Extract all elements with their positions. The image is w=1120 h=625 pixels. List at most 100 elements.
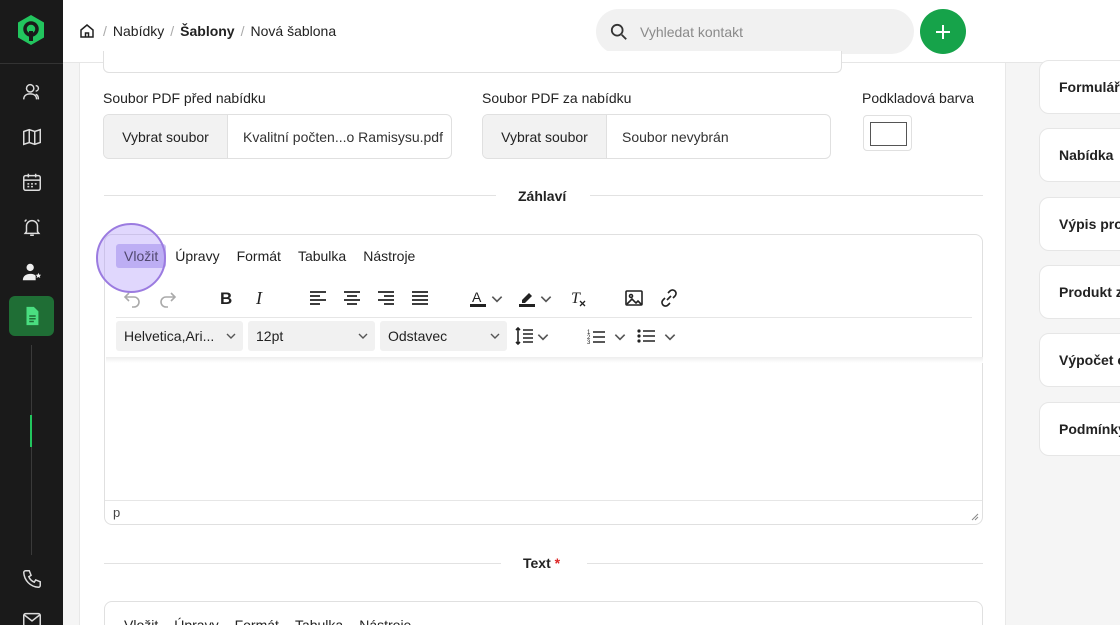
- font-family-select[interactable]: Helvetica,Ari...: [116, 321, 243, 351]
- menu-format[interactable]: Formát: [229, 244, 289, 268]
- italic-icon[interactable]: I: [249, 287, 271, 309]
- menu-table[interactable]: Tabulka: [290, 244, 354, 268]
- header-editor-content-area[interactable]: [106, 363, 983, 499]
- align-justify-icon[interactable]: [409, 287, 431, 309]
- sidebar-track-indicator: [30, 415, 32, 447]
- bg-color-picker[interactable]: [863, 115, 912, 151]
- sidebar-item-calendar[interactable]: [9, 162, 54, 202]
- mail-icon: [22, 612, 41, 625]
- sidebar-item-mail[interactable]: [9, 600, 54, 625]
- bullet-list-icon[interactable]: [635, 325, 657, 347]
- section-nav-terms[interactable]: Podmínky: [1039, 402, 1120, 456]
- pdf-after-label: Soubor PDF za nabídku: [482, 90, 632, 106]
- bell-icon: [23, 219, 40, 236]
- align-left-icon[interactable]: [307, 287, 329, 309]
- breadcrumb-item-current: Nová šablona: [250, 23, 337, 39]
- header-section-title: Záhlaví: [518, 188, 567, 204]
- chevron-down-icon[interactable]: [536, 326, 550, 348]
- pdf-after-choose-button[interactable]: Vybrat soubor: [483, 115, 607, 158]
- menu-edit[interactable]: Úpravy: [166, 617, 226, 625]
- sidebar-item-phone[interactable]: [9, 559, 54, 599]
- map-icon: [22, 128, 41, 146]
- image-icon[interactable]: [623, 287, 645, 309]
- chevron-down-icon[interactable]: [613, 326, 627, 348]
- section-nav-forms[interactable]: Formuláře: [1039, 60, 1120, 114]
- sidebar-item-contacts[interactable]: [9, 72, 54, 112]
- chevron-down-icon: [490, 333, 500, 339]
- section-nav-product[interactable]: Produkt z: [1039, 265, 1120, 319]
- section-nav-offer[interactable]: Nabídka: [1039, 128, 1120, 182]
- sidebar-item-map[interactable]: [9, 117, 54, 157]
- highlight-color-icon[interactable]: [516, 287, 538, 309]
- add-button[interactable]: [920, 9, 966, 54]
- calendar-icon: [22, 173, 41, 191]
- sidebar-item-notifications[interactable]: [9, 207, 54, 247]
- resize-handle-icon[interactable]: [969, 511, 979, 521]
- header-rich-text-editor: Vložit Úpravy Formát Tabulka Nástroje B …: [104, 234, 983, 525]
- sidebar-item-documents[interactable]: [9, 296, 54, 336]
- breadcrumb-item-templates[interactable]: Šablony: [180, 23, 234, 39]
- menu-tools[interactable]: Nástroje: [351, 617, 419, 625]
- home-icon[interactable]: [79, 23, 95, 39]
- pdf-before-label: Soubor PDF před nabídku: [103, 90, 266, 106]
- phone-icon: [22, 570, 41, 588]
- pdf-after-file-input[interactable]: Vybrat soubor Soubor nevybrán: [482, 114, 831, 159]
- search-input[interactable]: [640, 21, 900, 43]
- font-family-value: Helvetica,Ari...: [124, 328, 215, 344]
- pdf-before-choose-button[interactable]: Vybrat soubor: [104, 115, 228, 158]
- contacts-icon: [22, 83, 39, 100]
- svg-text:T: T: [571, 290, 581, 307]
- menu-edit[interactable]: Úpravy: [167, 244, 227, 268]
- redo-icon[interactable]: [157, 287, 179, 309]
- bg-color-swatch: [870, 122, 907, 146]
- text-color-icon[interactable]: A: [467, 287, 489, 309]
- document-icon: [26, 306, 38, 326]
- sidebar-divider: [0, 63, 63, 64]
- divider: [104, 195, 496, 196]
- font-size-value: 12pt: [256, 328, 284, 344]
- plus-icon: [936, 24, 950, 39]
- sidebar-item-users[interactable]: [9, 252, 54, 292]
- svg-text:A: A: [472, 289, 482, 305]
- svg-text:I: I: [255, 288, 263, 308]
- link-icon[interactable]: [658, 287, 680, 309]
- pdf-after-filename: Soubor nevybrán: [622, 128, 729, 145]
- align-right-icon[interactable]: [375, 287, 397, 309]
- menu-format[interactable]: Formát: [227, 617, 287, 625]
- users-icon: [22, 263, 41, 281]
- align-center-icon[interactable]: [341, 287, 363, 309]
- breadcrumb: / Nabídky / Šablony / Nová šablona: [103, 23, 337, 39]
- line-height-icon[interactable]: [513, 325, 535, 347]
- chevron-down-icon[interactable]: [490, 288, 504, 310]
- pdf-before-filename: Kvalitní počten...o Ramisysu.pdf: [243, 128, 443, 145]
- breadcrumb-item-offers[interactable]: Nabídky: [113, 23, 164, 39]
- chevron-down-icon: [226, 333, 236, 339]
- editor-menubar: Vložit Úpravy Formát Tabulka Nástroje: [116, 617, 419, 625]
- divider: [104, 563, 501, 564]
- element-path[interactable]: p: [113, 505, 120, 520]
- template-form-panel: Soubor PDF před nabídku Vybrat soubor Kv…: [79, 51, 1006, 625]
- svg-text:3: 3: [587, 340, 591, 346]
- pdf-before-file-input[interactable]: Vybrat soubor Kvalitní počten...o Ramisy…: [103, 114, 452, 159]
- divider: [587, 563, 983, 564]
- search-icon: [610, 23, 627, 40]
- chevron-down-icon[interactable]: [663, 326, 677, 348]
- block-format-select[interactable]: Odstavec: [380, 321, 507, 351]
- search-box[interactable]: [596, 9, 914, 54]
- sidebar-track: [31, 345, 32, 555]
- bold-icon[interactable]: B: [215, 287, 237, 309]
- menu-tools[interactable]: Nástroje: [355, 244, 423, 268]
- section-nav-listing[interactable]: Výpis pro: [1039, 197, 1120, 251]
- app-logo-icon[interactable]: [16, 14, 46, 46]
- previous-field[interactable]: [103, 51, 842, 73]
- chevron-down-icon[interactable]: [539, 288, 553, 310]
- section-nav-calculation[interactable]: Výpočet c: [1039, 333, 1120, 387]
- sidebar: [0, 0, 63, 625]
- numbered-list-icon[interactable]: 123: [585, 325, 607, 347]
- menu-insert[interactable]: Vložit: [116, 617, 166, 625]
- text-rich-text-editor: Vložit Úpravy Formát Tabulka Nástroje: [104, 601, 983, 625]
- clear-formatting-icon[interactable]: T: [567, 287, 589, 309]
- font-size-select[interactable]: 12pt: [248, 321, 375, 351]
- menu-table[interactable]: Tabulka: [287, 617, 351, 625]
- divider: [590, 195, 983, 196]
